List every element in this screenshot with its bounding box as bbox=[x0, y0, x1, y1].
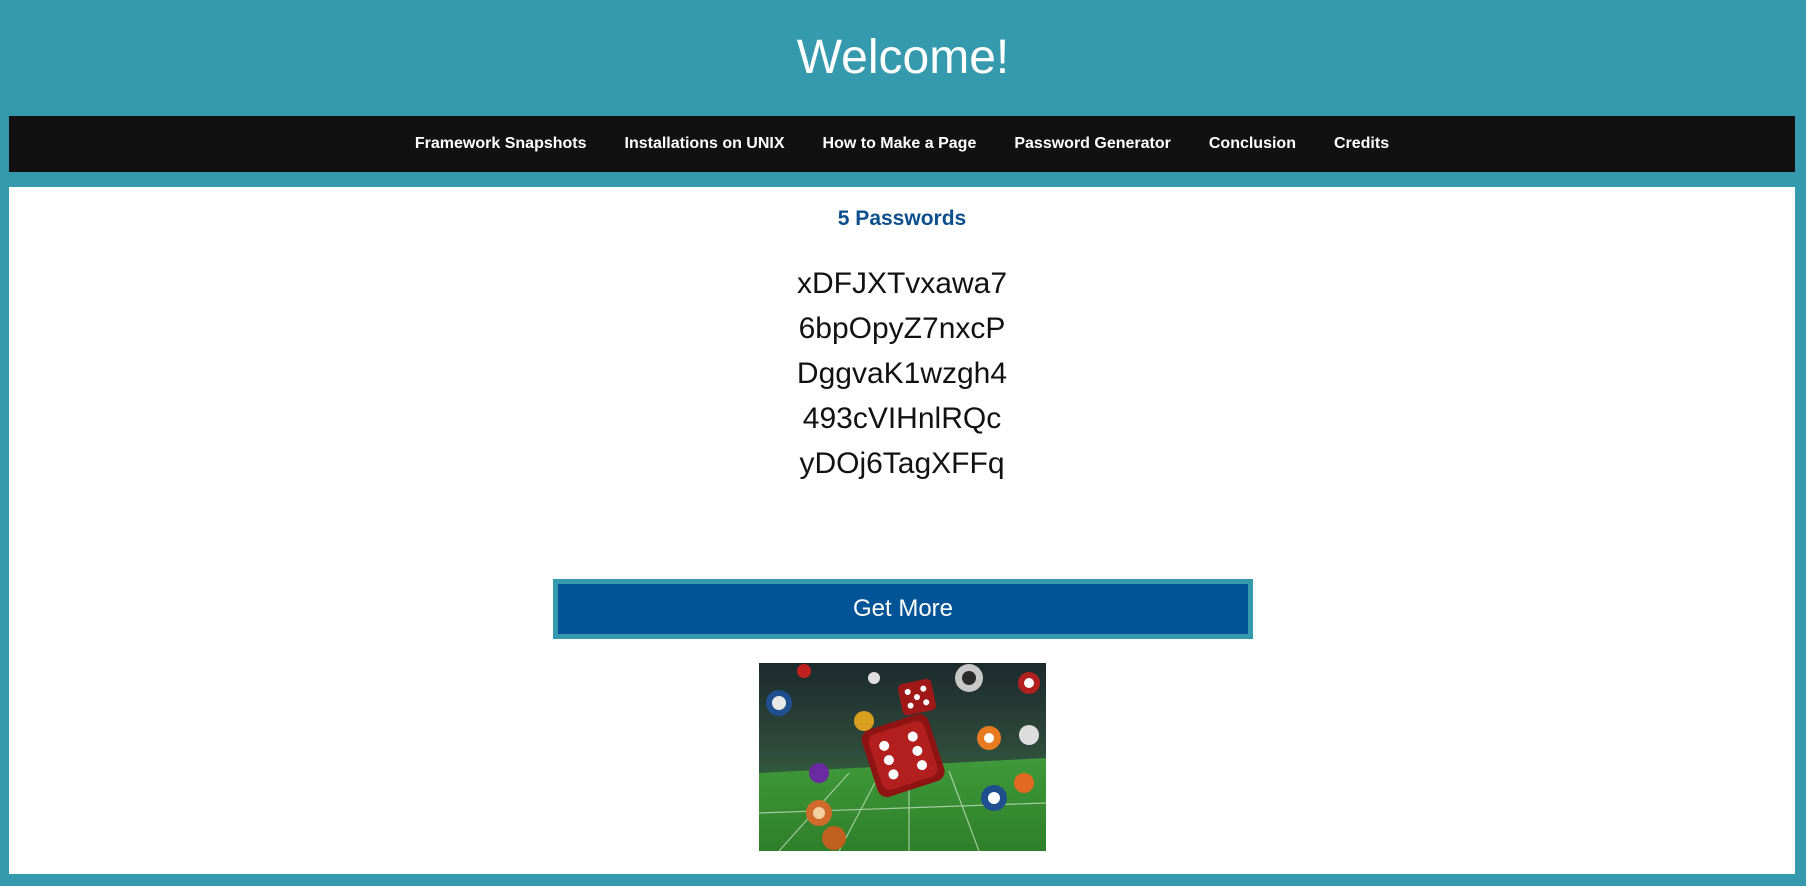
get-more-button[interactable]: Get More bbox=[553, 579, 1253, 639]
main-content: 5 Passwords xDFJXTvxawa7 6bpOpyZ7nxcP Dg… bbox=[9, 187, 1795, 874]
passwords-heading: 5 Passwords bbox=[837, 207, 967, 230]
navbar: Framework Snapshots Installations on UNI… bbox=[9, 116, 1795, 172]
password-item: 6bpOpyZ7nxcP bbox=[798, 312, 1006, 345]
password-item: yDOj6TagXFFq bbox=[799, 447, 1005, 480]
password-item: xDFJXTvxawa7 bbox=[796, 267, 1008, 300]
nav-item-password-generator[interactable]: Password Generator bbox=[1014, 135, 1171, 153]
page-title: Welcome! bbox=[796, 31, 1010, 84]
dice-casino-illustration bbox=[759, 663, 1046, 851]
page-header: Welcome! bbox=[0, 0, 1806, 115]
password-item: DggvaK1wzgh4 bbox=[796, 357, 1008, 390]
password-item: 493cVIHnlRQc bbox=[802, 402, 1002, 435]
nav-item-how-to-make-a-page[interactable]: How to Make a Page bbox=[823, 135, 977, 153]
nav-item-framework-snapshots[interactable]: Framework Snapshots bbox=[415, 135, 587, 153]
password-list: xDFJXTvxawa7 6bpOpyZ7nxcP DggvaK1wzgh4 4… bbox=[9, 261, 1795, 486]
nav-item-installations-on-unix[interactable]: Installations on UNIX bbox=[625, 135, 785, 153]
nav-item-conclusion[interactable]: Conclusion bbox=[1209, 135, 1296, 153]
dice-casino-image bbox=[759, 663, 1046, 851]
nav-item-credits[interactable]: Credits bbox=[1334, 135, 1389, 153]
